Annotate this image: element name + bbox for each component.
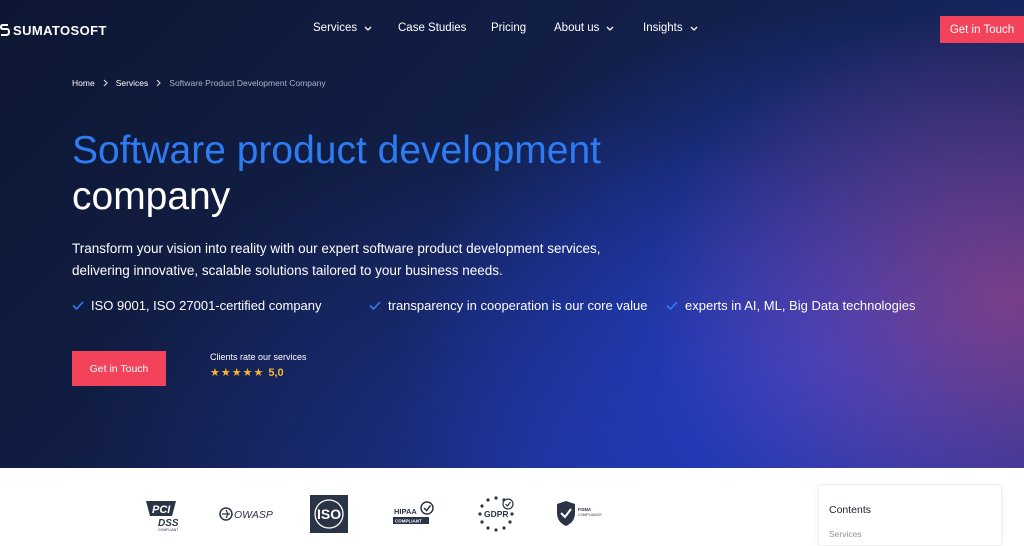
rating-label: Clients rate our services bbox=[210, 352, 307, 362]
gdpr-logo: GDPR bbox=[476, 494, 516, 534]
table-of-contents: Contents Services bbox=[818, 484, 1002, 546]
breadcrumb-current: Software Product Development Company bbox=[169, 78, 326, 88]
breadcrumb-home[interactable]: Home bbox=[72, 78, 95, 88]
fisma-logo: FISMA COMPLIANCE bbox=[555, 500, 605, 528]
benefit-item: experts in AI, ML, Big Data technologies bbox=[666, 298, 916, 313]
page-title-highlight: Software product development bbox=[72, 129, 601, 172]
gdpr-text: GDPR bbox=[484, 509, 509, 519]
nav-case-studies[interactable]: Case Studies bbox=[398, 22, 466, 34]
rating-row: ★ ★ ★ ★ ★ 5,0 bbox=[210, 366, 307, 380]
star-icon: ★ bbox=[242, 367, 253, 379]
breadcrumb: Home Services Software Product Developme… bbox=[72, 78, 326, 88]
hero-description-line-2: delivering innovative, scalable solution… bbox=[72, 263, 503, 278]
breadcrumb-services[interactable]: Services bbox=[116, 78, 149, 88]
checkmark-icon bbox=[666, 301, 678, 310]
hero-description-line-1: Transform your vision into reality with … bbox=[72, 241, 601, 256]
contents-title: Contents bbox=[829, 504, 872, 516]
nav-insights-label: Insights bbox=[643, 22, 683, 34]
get-in-touch-hero-button[interactable]: Get in Touch bbox=[72, 351, 166, 386]
hipaa-text: HIPAA bbox=[394, 507, 417, 516]
hero-description: Transform your vision into reality with … bbox=[72, 238, 632, 282]
fisma-text: FISMA bbox=[578, 507, 591, 512]
nav-case-studies-label: Case Studies bbox=[398, 22, 467, 34]
main-menu: Services Case Studies Pricing About us I… bbox=[0, 22, 1024, 38]
pci-text: PCI bbox=[152, 504, 171, 516]
nav-services[interactable]: Services bbox=[313, 22, 372, 34]
benefit-text: experts in AI, ML, Big Data technologies bbox=[685, 298, 916, 313]
nav-services-label: Services bbox=[313, 22, 358, 34]
benefit-list: ISO 9001, ISO 27001-certified company tr… bbox=[72, 298, 972, 316]
chevron-right-icon bbox=[103, 79, 108, 87]
get-in-touch-nav-button[interactable]: Get in Touch bbox=[940, 16, 1024, 43]
chevron-down-icon bbox=[690, 26, 698, 31]
benefit-item: transparency in cooperation is our core … bbox=[369, 298, 647, 313]
pci-dss-logo: PCI DSS COMPLIANT bbox=[143, 498, 183, 532]
nav-about-us[interactable]: About us bbox=[554, 22, 614, 34]
nav-insights[interactable]: Insights bbox=[643, 22, 698, 34]
iso-text: ISO bbox=[317, 506, 341, 522]
owasp-logo: OWASP bbox=[219, 504, 275, 524]
star-icon: ★ bbox=[210, 367, 220, 379]
benefit-text: transparency in cooperation is our core … bbox=[388, 298, 648, 313]
owasp-text: OWASP bbox=[234, 509, 273, 521]
pci-compliant-text: COMPLIANT bbox=[158, 528, 179, 532]
hero-section: SUMATOSOFT Services Case Studies Pricing… bbox=[0, 0, 1024, 468]
contents-item[interactable]: Services bbox=[829, 529, 862, 539]
chevron-down-icon bbox=[606, 26, 614, 31]
chevron-down-icon bbox=[364, 26, 372, 31]
certification-badges: PCI DSS COMPLIANT OWASP ISO HIPAA COMPLI… bbox=[0, 468, 1024, 546]
checkmark-icon bbox=[369, 301, 381, 310]
benefit-item: ISO 9001, ISO 27001-certified company bbox=[72, 298, 322, 313]
hipaa-compliant-text: COMPLIANT bbox=[395, 519, 422, 524]
star-icon: ★ bbox=[253, 367, 264, 379]
page-title-rest: company bbox=[72, 175, 231, 218]
top-navigation: SUMATOSOFT Services Case Studies Pricing… bbox=[0, 0, 1024, 60]
nav-about-us-label: About us bbox=[554, 22, 600, 34]
benefit-text: ISO 9001, ISO 27001-certified company bbox=[91, 298, 322, 313]
rating-score: 5,0 bbox=[268, 366, 284, 379]
fisma-compliance-text: COMPLIANCE bbox=[578, 513, 602, 517]
nav-pricing[interactable]: Pricing bbox=[491, 22, 526, 34]
chevron-right-icon bbox=[156, 79, 162, 87]
nav-pricing-label: Pricing bbox=[491, 22, 527, 34]
page-title: Software product development company bbox=[72, 128, 601, 220]
checkmark-icon bbox=[72, 301, 84, 310]
client-rating: Clients rate our services ★ ★ ★ ★ ★ 5,0 bbox=[210, 352, 307, 379]
star-icon: ★ bbox=[220, 367, 231, 379]
iso-logo: ISO bbox=[310, 495, 348, 533]
hipaa-logo: HIPAA COMPLIANT bbox=[392, 500, 436, 526]
star-icon: ★ bbox=[231, 367, 242, 379]
